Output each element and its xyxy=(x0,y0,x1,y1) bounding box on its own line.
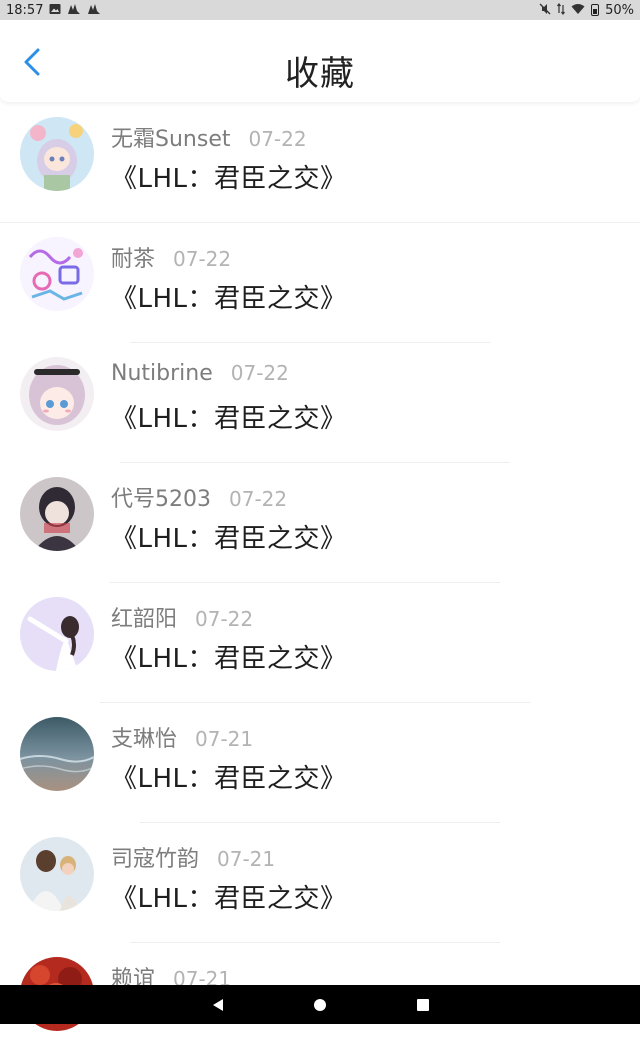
item-date: 07-22 xyxy=(195,607,254,631)
item-meta: 支琳怡 07-21 xyxy=(111,721,253,753)
status-time: 18:57 xyxy=(6,2,44,18)
item-meta: 司寇竹韵 07-21 xyxy=(111,841,275,873)
user-name[interactable]: 耐茶 xyxy=(111,241,155,273)
data-arrows-icon xyxy=(557,3,566,17)
status-left: 18:57 xyxy=(6,3,101,18)
user-name[interactable]: 红韶阳 xyxy=(111,601,177,633)
app-header: 收藏 xyxy=(0,20,640,102)
item-title[interactable]: 《LHL：君臣之交》 xyxy=(111,278,347,315)
item-date: 07-22 xyxy=(173,247,232,271)
item-title[interactable]: 《LHL：君臣之交》 xyxy=(111,398,347,435)
system-nav-bar xyxy=(0,985,640,1024)
nav-back-button[interactable] xyxy=(211,997,225,1016)
item-meta: 耐茶 07-22 xyxy=(111,241,231,273)
list-item[interactable]: 耐茶 07-22 《LHL：君臣之交》 xyxy=(0,223,640,343)
avatar[interactable] xyxy=(20,717,94,791)
favorites-list: 无霜Sunset 07-22 《LHL：君臣之交》 耐茶 07-22 《LHL：… xyxy=(0,103,640,1063)
item-title[interactable]: 《LHL：君臣之交》 xyxy=(111,638,347,675)
item-date: 07-22 xyxy=(229,487,288,511)
status-right: 50% xyxy=(539,3,634,18)
avatar[interactable] xyxy=(20,357,94,431)
avatar[interactable] xyxy=(20,597,94,671)
item-date: 07-21 xyxy=(195,727,254,751)
mute-icon xyxy=(539,3,551,17)
avatar[interactable] xyxy=(20,837,94,911)
avatar[interactable] xyxy=(20,237,94,311)
list-item[interactable]: Nutibrine 07-22 《LHL：君臣之交》 xyxy=(0,343,640,463)
battery-level: 50% xyxy=(605,2,634,18)
page-title: 收藏 xyxy=(285,54,355,94)
nav-recents-button[interactable] xyxy=(416,997,430,1016)
list-item[interactable]: 司寇竹韵 07-21 《LHL：君臣之交》 xyxy=(0,823,640,943)
item-meta: 代号5203 07-22 xyxy=(111,481,287,513)
list-item[interactable]: 无霜Sunset 07-22 《LHL：君臣之交》 xyxy=(0,103,640,223)
list-item[interactable]: 支琳怡 07-21 《LHL：君臣之交》 xyxy=(0,703,640,823)
item-title[interactable]: 《LHL：君臣之交》 xyxy=(111,518,347,555)
item-meta: 无霜Sunset 07-22 xyxy=(111,121,307,153)
user-name[interactable]: 司寇竹韵 xyxy=(111,841,199,873)
item-date: 07-22 xyxy=(248,127,307,151)
image-icon xyxy=(49,3,61,17)
avatar[interactable] xyxy=(20,477,94,551)
square-recents-icon xyxy=(417,999,429,1011)
list-item[interactable]: 红韶阳 07-22 《LHL：君臣之交》 xyxy=(0,583,640,703)
wifi-icon xyxy=(571,3,585,17)
notification-icon xyxy=(87,3,101,17)
item-meta: 红韶阳 07-22 xyxy=(111,601,253,633)
list-item[interactable]: 代号5203 07-22 《LHL：君臣之交》 xyxy=(0,463,640,583)
user-name[interactable]: 支琳怡 xyxy=(111,721,177,753)
avatar[interactable] xyxy=(20,117,94,191)
item-date: 07-21 xyxy=(217,847,276,871)
status-bar: 18:57 50% xyxy=(0,0,640,20)
user-name[interactable]: 代号5203 xyxy=(111,481,211,513)
nav-home-button[interactable] xyxy=(313,997,327,1016)
notification-icon xyxy=(67,3,81,17)
triangle-back-icon xyxy=(213,999,223,1011)
item-date: 07-22 xyxy=(230,361,289,385)
item-title[interactable]: 《LHL：君臣之交》 xyxy=(111,878,347,915)
circle-home-icon xyxy=(314,999,326,1011)
item-meta: Nutibrine 07-22 xyxy=(111,361,289,386)
item-title[interactable]: 《LHL：君臣之交》 xyxy=(111,758,347,795)
user-name[interactable]: 无霜Sunset xyxy=(111,121,230,153)
item-title[interactable]: 《LHL：君臣之交》 xyxy=(111,158,347,195)
battery-icon xyxy=(591,4,600,16)
user-name[interactable]: Nutibrine xyxy=(111,361,213,386)
